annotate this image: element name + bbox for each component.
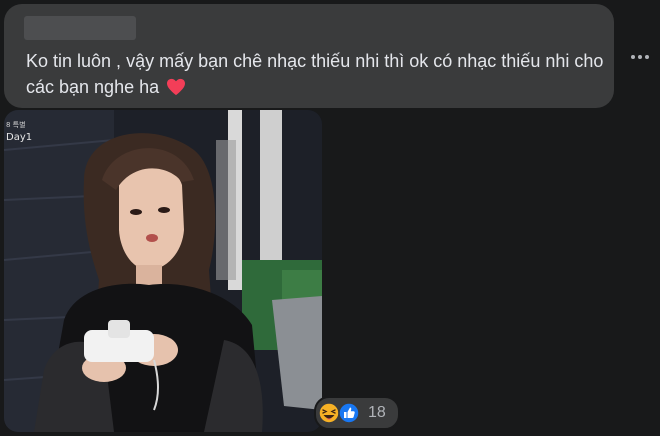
more-options-button[interactable]	[628, 50, 652, 64]
photo-caption-tag: Day1	[6, 132, 33, 143]
comment-text: Ko tin luôn , vậy mấy bạn chê nhạc thiếu…	[26, 48, 606, 100]
dot-icon	[631, 55, 635, 59]
dot-icon	[645, 55, 649, 59]
photo-illustration	[4, 110, 322, 432]
comment-bubble: Ko tin luôn , vậy mấy bạn chê nhạc thiếu…	[4, 4, 614, 108]
comment-body: Ko tin luôn , vậy mấy bạn chê nhạc thiếu…	[26, 51, 604, 97]
reaction-count: 18	[368, 404, 386, 421]
dot-icon	[638, 55, 642, 59]
photo-watermark: 8 특별	[6, 121, 26, 129]
haha-icon	[318, 402, 340, 424]
author-name-redacted[interactable]	[24, 16, 136, 40]
heart-icon	[167, 78, 186, 96]
comment-photo[interactable]: 8 특별 Day1	[4, 110, 322, 432]
like-icon	[338, 402, 360, 424]
reactions-summary[interactable]: 18	[314, 396, 400, 430]
